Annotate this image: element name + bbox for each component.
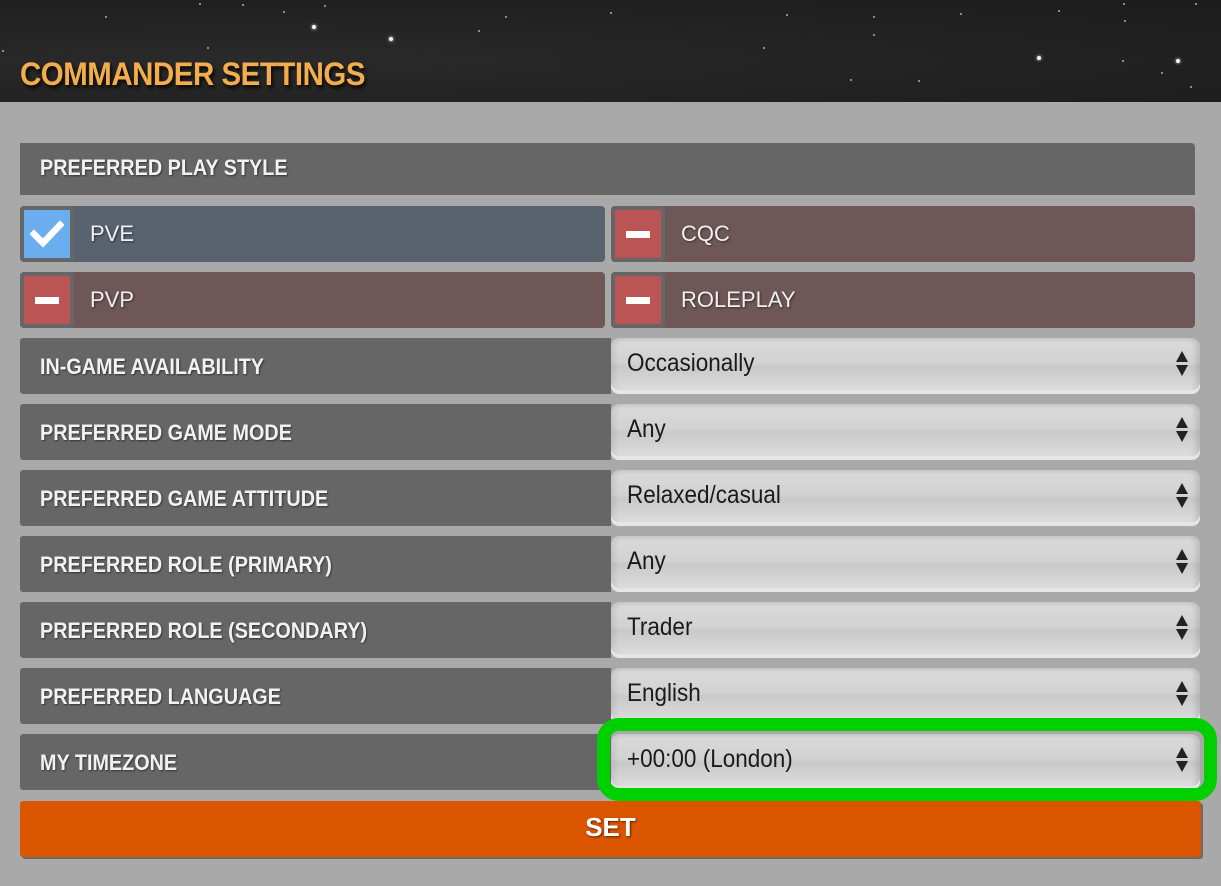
minus-icon (626, 296, 650, 304)
language-select[interactable]: English (611, 668, 1200, 724)
field-label-text: MY TIMEZONE (40, 750, 178, 775)
play-style-label: CQC (681, 221, 730, 246)
select-value: Any (627, 547, 666, 575)
play-style-label: PVP (90, 287, 135, 312)
play-style-toggle-pvp[interactable]: PVP (20, 272, 605, 328)
minus-icon (626, 230, 650, 238)
play-style-label: PVE (90, 221, 135, 246)
game-attitude-select[interactable]: Relaxed/casual (611, 470, 1200, 526)
select-value: Occasionally (627, 349, 755, 377)
field-label-text: PREFERRED ROLE (PRIMARY) (40, 552, 332, 577)
play-style-heading-text: PREFERRED PLAY STYLE (40, 155, 288, 180)
game-mode-label: PREFERRED GAME MODE (20, 404, 611, 460)
select-arrows-icon (1176, 549, 1188, 579)
play-style-heading: PREFERRED PLAY STYLE (20, 143, 1195, 195)
select-value: +00:00 (London) (627, 745, 793, 773)
play-style-label: ROLEPLAY (681, 287, 796, 312)
timezone-label: MY TIMEZONE (20, 734, 611, 790)
checkbox-unchecked[interactable] (611, 206, 665, 262)
field-label-text: PREFERRED GAME MODE (40, 420, 292, 445)
checkmark-icon (30, 220, 64, 248)
game-mode-select[interactable]: Any (611, 404, 1200, 460)
select-arrows-icon (1176, 615, 1188, 645)
play-style-toggle-pve[interactable]: PVE (20, 206, 605, 262)
checkbox-unchecked[interactable] (611, 272, 665, 328)
select-value: Any (627, 415, 666, 443)
select-value: Relaxed/casual (627, 481, 781, 509)
timezone-select[interactable]: +00:00 (London) (611, 734, 1200, 790)
minus-icon (35, 296, 59, 304)
set-button[interactable]: SET (20, 801, 1201, 857)
select-arrows-icon (1176, 483, 1188, 513)
field-label-text: PREFERRED GAME ATTITUDE (40, 486, 329, 511)
role-primary-label: PREFERRED ROLE (PRIMARY) (20, 536, 611, 592)
availability-label: IN-GAME AVAILABILITY (20, 338, 611, 394)
availability-select[interactable]: Occasionally (611, 338, 1200, 394)
set-button-label: SET (585, 812, 636, 842)
select-value: Trader (627, 613, 693, 641)
role-primary-select[interactable]: Any (611, 536, 1200, 592)
play-style-toggle-roleplay[interactable]: ROLEPLAY (611, 272, 1195, 328)
game-attitude-label: PREFERRED GAME ATTITUDE (20, 470, 611, 526)
select-arrows-icon (1176, 681, 1188, 711)
role-secondary-select[interactable]: Trader (611, 602, 1200, 658)
play-style-toggle-cqc[interactable]: CQC (611, 206, 1195, 262)
role-secondary-label: PREFERRED ROLE (SECONDARY) (20, 602, 611, 658)
field-label-text: IN-GAME AVAILABILITY (40, 354, 265, 379)
select-value: English (627, 679, 701, 707)
select-arrows-icon (1176, 747, 1188, 777)
field-label-text: PREFERRED LANGUAGE (40, 684, 281, 709)
select-arrows-icon (1176, 351, 1188, 381)
checkbox-unchecked[interactable] (20, 272, 74, 328)
language-label: PREFERRED LANGUAGE (20, 668, 611, 724)
select-arrows-icon (1176, 417, 1188, 447)
checkbox-checked[interactable] (20, 206, 74, 262)
header-banner: COMMANDER SETTINGS (0, 0, 1221, 102)
field-label-text: PREFERRED ROLE (SECONDARY) (40, 618, 368, 643)
page-title: COMMANDER SETTINGS (20, 56, 365, 92)
